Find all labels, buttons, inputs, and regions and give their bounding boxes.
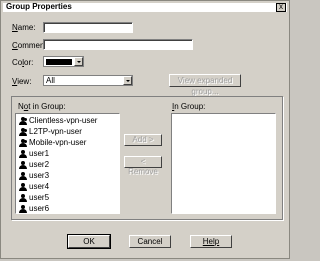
list-item[interactable]: user3	[19, 171, 49, 182]
list-item-label: user3	[29, 171, 50, 180]
add-button[interactable]: Add >	[124, 134, 162, 146]
color-label: Color:	[12, 58, 34, 67]
group-icon	[19, 117, 27, 125]
user-icon	[19, 205, 27, 213]
list-item-label: user4	[29, 182, 50, 191]
cancel-button[interactable]: Cancel	[129, 235, 171, 248]
list-item-label: Clientless-vpn-user	[29, 116, 98, 125]
list-item[interactable]: Clientless-vpn-user	[19, 116, 97, 127]
comment-input[interactable]	[43, 39, 193, 50]
chevron-down-icon[interactable]	[123, 76, 132, 85]
in-group-list[interactable]	[171, 113, 276, 214]
remove-button[interactable]: < Remove	[124, 156, 162, 176]
help-button-label: Help	[202, 237, 220, 246]
list-item-label: L2TP-vpn-user	[29, 127, 82, 136]
color-swatch	[46, 59, 72, 65]
color-select[interactable]	[43, 56, 84, 67]
list-item[interactable]: user5	[19, 193, 49, 204]
list-item[interactable]: user2	[19, 160, 49, 171]
list-item[interactable]: Mobile-vpn-user	[19, 138, 86, 149]
name-label: Name:	[12, 23, 36, 32]
close-icon[interactable]: x	[276, 3, 286, 12]
list-item[interactable]: user6	[19, 204, 49, 215]
view-expanded-group-button[interactable]: View expanded group...	[169, 74, 241, 96]
user-icon	[19, 172, 27, 180]
help-button[interactable]: Help	[190, 235, 232, 248]
name-input[interactable]	[43, 22, 133, 33]
user-icon	[19, 161, 27, 169]
user-icon	[19, 194, 27, 202]
list-item-label: user1	[29, 149, 50, 158]
list-item[interactable]: L2TP-vpn-user	[19, 127, 82, 138]
group-icon	[19, 128, 27, 136]
title-bar: Group Properties x	[3, 2, 287, 12]
in-group-label: In Group:	[172, 102, 206, 111]
view-label: View:	[12, 77, 32, 86]
chevron-down-icon[interactable]	[74, 57, 83, 66]
list-item-label: Mobile-vpn-user	[29, 138, 87, 147]
list-item-label: user5	[29, 193, 50, 202]
list-item-label: user6	[29, 204, 50, 213]
group-icon	[19, 139, 27, 147]
view-select[interactable]: All	[43, 75, 133, 86]
user-icon	[19, 150, 27, 158]
list-item[interactable]: user4	[19, 182, 49, 193]
ok-button[interactable]: OK	[67, 234, 111, 249]
list-item-label: user2	[29, 160, 50, 169]
user-icon	[19, 183, 27, 191]
list-item[interactable]: user1	[19, 149, 49, 160]
group-properties-dialog: Group Properties x Name: Comment: Color:…	[0, 0, 290, 259]
not-in-group-list[interactable]: Clientless-vpn-user L2TP-vpn-user Mobile-v…	[15, 113, 120, 214]
dialog-title: Group Properties	[6, 2, 72, 11]
view-select-value: All	[46, 76, 55, 85]
not-in-group-label: Not in Group:	[18, 102, 66, 111]
